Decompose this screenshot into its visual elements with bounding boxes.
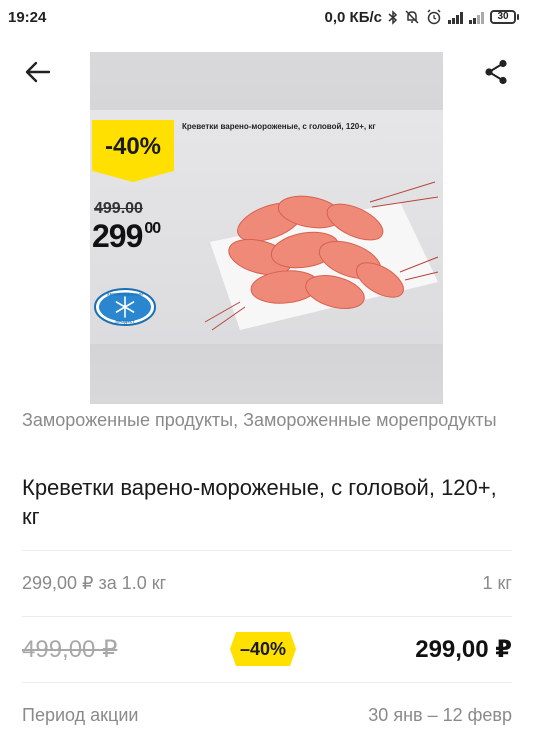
share-button[interactable] <box>476 52 516 92</box>
image-new-price-cents: 00 <box>144 220 161 237</box>
signal-icon-2 <box>469 11 484 24</box>
battery-icon: 30 <box>490 10 519 24</box>
back-button[interactable] <box>18 52 58 92</box>
divider <box>22 616 512 617</box>
divider <box>22 550 512 551</box>
status-icons: 0,0 КБ/с 30 <box>325 9 519 26</box>
unit-price-row: 299,00 ₽ за 1.0 кг 1 кг <box>22 568 512 598</box>
bluetooth-icon <box>388 9 398 25</box>
frozen-product-badge: ЗАМОРОЖЕННЫЙ ПРОДУКТ <box>94 288 156 326</box>
image-old-price: 499.00 <box>94 200 143 217</box>
image-discount-badge: -40% <box>92 120 174 182</box>
promo-period-label: Период акции <box>22 704 139 725</box>
promo-period-dates: 30 янв – 12 февр <box>368 704 512 725</box>
image-new-price-main: 299 <box>92 218 143 254</box>
price-row: 499,00 ₽ –40% 299,00 ₽ <box>22 632 512 666</box>
promo-period-row: Период акции 30 янв – 12 февр <box>22 700 512 730</box>
product-title: Креветки варено-мороженые, с головой, 12… <box>22 475 497 529</box>
old-price: 499,00 ₽ <box>22 635 118 663</box>
unit-price: 299,00 ₽ за 1.0 кг <box>22 572 167 593</box>
new-price: 299,00 ₽ <box>415 635 512 663</box>
image-product-title: Креветки варено-мороженые, с головой, 12… <box>182 122 376 131</box>
divider <box>22 682 512 683</box>
share-icon <box>485 59 507 85</box>
arrow-left-icon <box>25 61 51 83</box>
mute-bell-icon <box>404 9 420 25</box>
status-time: 19:24 <box>8 8 47 26</box>
shrimp-plate-illustration <box>204 181 439 331</box>
product-category[interactable]: Замороженные продукты, Замороженные море… <box>22 408 512 433</box>
frozen-badge-top-text: ЗАМОРОЖЕННЫЙ <box>107 292 143 297</box>
status-bar: 19:24 0,0 КБ/с 30 <box>0 0 533 34</box>
signal-icon <box>448 11 463 24</box>
frozen-badge-bottom-text: ПРОДУКТ <box>116 319 135 324</box>
unit-weight: 1 кг <box>482 572 512 593</box>
discount-badge: –40% <box>230 632 296 666</box>
image-new-price: 299 00 <box>92 218 161 255</box>
alarm-icon <box>426 9 442 25</box>
product-image: -40% Креветки варено-мороженые, с голово… <box>90 52 443 404</box>
battery-level: 30 <box>490 10 516 24</box>
net-speed: 0,0 КБ/с <box>324 8 382 26</box>
